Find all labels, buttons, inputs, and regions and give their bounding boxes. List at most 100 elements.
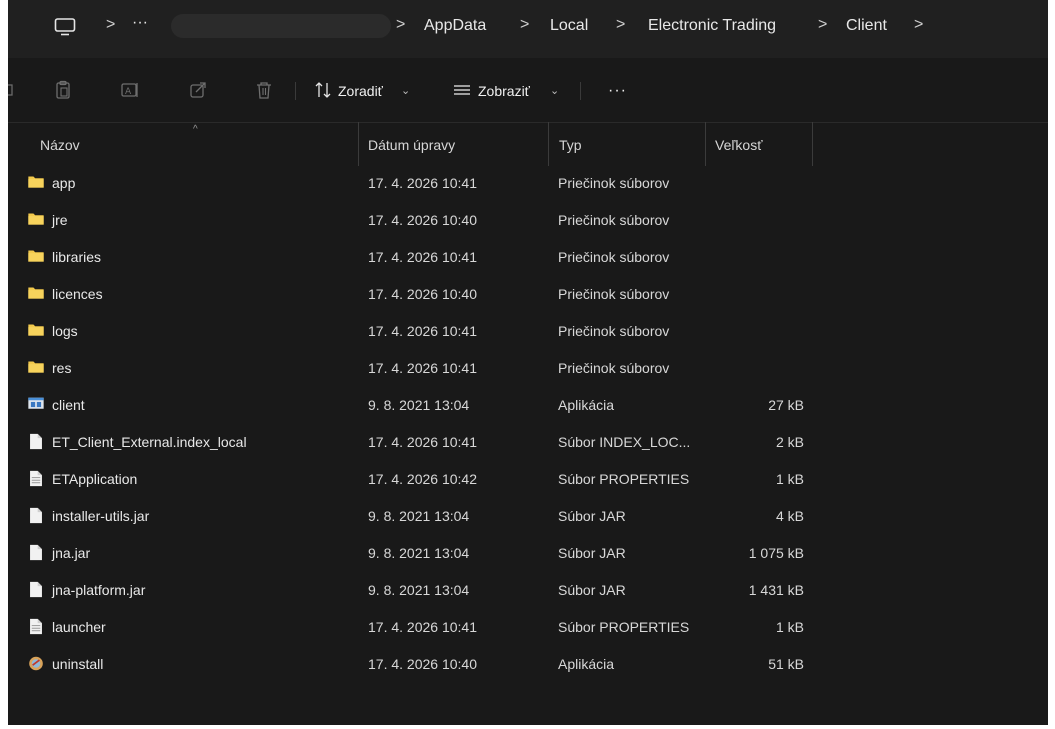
breadcrumb-separator[interactable]: > <box>914 16 923 34</box>
file-type: Súbor PROPERTIES <box>558 471 690 487</box>
toolbar-divider <box>295 82 296 100</box>
chevron-down-icon[interactable]: ⌄ <box>550 84 559 97</box>
file-name: logs <box>52 323 78 339</box>
chevron-down-icon[interactable]: ⌄ <box>401 84 410 97</box>
file-name: launcher <box>52 619 106 635</box>
column-divider[interactable] <box>358 122 359 166</box>
file-size: 51 kB <box>768 656 804 672</box>
file-explorer-window: > ··· > AppData > Local > Electronic Tra… <box>8 0 1048 725</box>
folder-icon <box>28 324 44 336</box>
file-row[interactable]: installer-utils.jar 9. 8. 2021 13:04 Súbor… <box>8 497 1048 534</box>
file-type: Priečinok súborov <box>558 323 670 339</box>
file-size: 1 075 kB <box>748 545 804 561</box>
this-pc-icon[interactable] <box>54 18 76 36</box>
column-divider[interactable] <box>812 122 813 166</box>
file-date: 17. 4. 2026 10:40 <box>368 286 477 302</box>
paste-icon[interactable] <box>53 80 73 100</box>
file-row[interactable]: res 17. 4. 2026 10:41 Priečinok súborov <box>8 349 1048 386</box>
file-type: Súbor JAR <box>558 582 626 598</box>
file-type: Súbor JAR <box>558 545 626 561</box>
breadcrumb-separator[interactable]: > <box>106 16 115 34</box>
view-icon[interactable] <box>452 80 472 100</box>
file-size: 2 kB <box>775 434 804 450</box>
text-file-icon <box>30 618 42 635</box>
delete-icon[interactable] <box>254 80 274 100</box>
command-bar: A Zoradiť ⌄ Zobraziť ⌄ ··· <box>8 58 1048 123</box>
file-size: 27 kB <box>768 397 804 413</box>
breadcrumb-item-client[interactable]: Client <box>846 17 887 35</box>
file-row[interactable]: ET_Client_External.index_local 17. 4. 202… <box>8 423 1048 460</box>
file-row[interactable]: logs 17. 4. 2026 10:41 Priečinok súborov <box>8 312 1048 349</box>
file-name: res <box>52 360 72 376</box>
file-name: ET_Client_External.index_local <box>52 434 247 450</box>
file-row[interactable]: launcher 17. 4. 2026 10:41 Súbor PROPERTIE… <box>8 608 1048 645</box>
file-size: 1 kB <box>775 619 804 635</box>
sort-icon[interactable] <box>313 80 333 100</box>
file-icon <box>30 581 42 598</box>
file-icon <box>30 433 42 450</box>
file-row[interactable]: ETApplication 17. 4. 2026 10:42 Súbor PROP… <box>8 460 1048 497</box>
application-icon <box>28 397 44 409</box>
file-row[interactable]: app 17. 4. 2026 10:41 Priečinok súborov <box>8 164 1048 201</box>
folder-icon <box>28 176 44 188</box>
column-header-name[interactable]: Názov <box>40 137 80 153</box>
svg-text:A: A <box>125 87 132 97</box>
file-name: uninstall <box>52 656 104 672</box>
file-type: Aplikácia <box>558 656 615 672</box>
file-name: app <box>52 175 76 191</box>
rename-icon[interactable]: A <box>120 80 140 100</box>
file-row[interactable]: uninstall 17. 4. 2026 10:40 Aplikácia 51 kB <box>8 645 1048 682</box>
file-row[interactable]: jre 17. 4. 2026 10:40 Priečinok súborov <box>8 201 1048 238</box>
file-icon <box>30 507 42 524</box>
file-type: Priečinok súborov <box>558 212 670 228</box>
sort-button[interactable]: Zoradiť <box>338 83 383 99</box>
file-date: 17. 4. 2026 10:41 <box>368 434 477 450</box>
column-header-row: ^ Názov Dátum úpravy Typ Veľkosť <box>8 122 1048 166</box>
breadcrumb-separator[interactable]: > <box>818 16 827 34</box>
column-divider[interactable] <box>705 122 706 166</box>
sort-ascending-icon: ^ <box>193 124 198 135</box>
file-list: app 17. 4. 2026 10:41 Priečinok súborov jre… <box>8 164 1048 682</box>
breadcrumb-item-local[interactable]: Local <box>550 17 588 35</box>
file-type: Súbor INDEX_LOC... <box>558 434 691 450</box>
text-file-icon <box>30 470 42 487</box>
folder-icon <box>28 361 44 373</box>
column-header-date[interactable]: Dátum úpravy <box>368 137 455 153</box>
file-date: 9. 8. 2021 13:04 <box>368 508 470 524</box>
view-button[interactable]: Zobraziť <box>478 83 530 99</box>
breadcrumb-ellipsis[interactable]: ··· <box>132 14 148 32</box>
address-bar[interactable]: > ··· > AppData > Local > Electronic Tra… <box>8 0 1048 58</box>
file-row[interactable]: libraries 17. 4. 2026 10:41 Priečinok súbo… <box>8 238 1048 275</box>
file-row[interactable]: client 9. 8. 2021 13:04 Aplikácia 27 kB <box>8 386 1048 423</box>
file-date: 17. 4. 2026 10:41 <box>368 360 477 376</box>
column-divider[interactable] <box>548 122 549 166</box>
more-options-button[interactable]: ··· <box>608 82 627 100</box>
column-header-size[interactable]: Veľkosť <box>715 137 762 153</box>
cut-icon[interactable] <box>8 80 18 100</box>
file-icon <box>30 544 42 561</box>
file-type: Súbor PROPERTIES <box>558 619 690 635</box>
file-date: 17. 4. 2026 10:42 <box>368 471 477 487</box>
file-date: 17. 4. 2026 10:41 <box>368 249 477 265</box>
share-icon[interactable] <box>188 80 208 100</box>
uninstall-app-icon <box>29 656 43 671</box>
file-type: Priečinok súborov <box>558 286 670 302</box>
breadcrumb-separator[interactable]: > <box>520 16 529 34</box>
column-header-type[interactable]: Typ <box>559 137 582 153</box>
breadcrumb-separator[interactable]: > <box>396 16 405 34</box>
file-date: 17. 4. 2026 10:41 <box>368 323 477 339</box>
file-name: jna.jar <box>52 545 91 561</box>
breadcrumb-item-appdata[interactable]: AppData <box>424 17 486 35</box>
file-date: 9. 8. 2021 13:04 <box>368 397 470 413</box>
folder-icon <box>28 213 44 225</box>
file-row[interactable]: jna-platform.jar 9. 8. 2021 13:04 Súbor JA… <box>8 571 1048 608</box>
breadcrumb-separator[interactable]: > <box>616 16 625 34</box>
file-row[interactable]: jna.jar 9. 8. 2021 13:04 Súbor JAR 1 075 kB <box>8 534 1048 571</box>
file-row[interactable]: licences 17. 4. 2026 10:40 Priečinok súbor… <box>8 275 1048 312</box>
redacted-path-segment <box>171 14 391 38</box>
file-name: libraries <box>52 249 102 265</box>
file-date: 17. 4. 2026 10:40 <box>368 212 477 228</box>
toolbar-divider <box>580 82 581 100</box>
breadcrumb-item-electronic-trading[interactable]: Electronic Trading <box>648 17 776 35</box>
file-date: 9. 8. 2021 13:04 <box>368 545 470 561</box>
